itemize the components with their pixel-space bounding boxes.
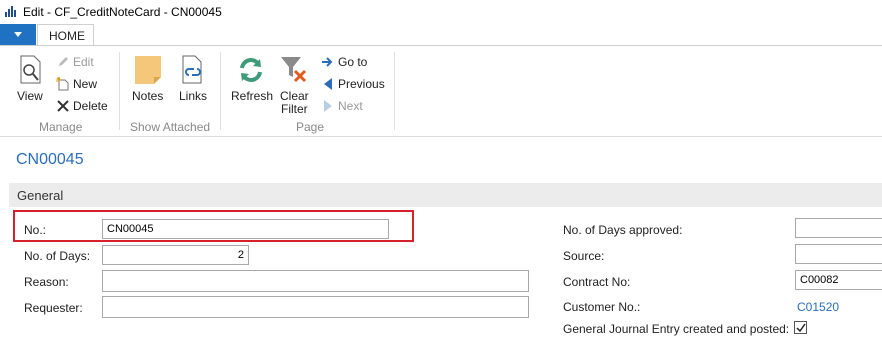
app-icon (4, 4, 18, 18)
contract-field[interactable]: C00082 (795, 270, 882, 290)
delete-button[interactable]: Delete (73, 99, 108, 113)
previous-icon (324, 78, 332, 90)
edit-button[interactable]: Edit (73, 55, 94, 69)
gj-entry-label: General Journal Entry created and posted… (563, 322, 790, 336)
source-label: Source: (563, 249, 605, 263)
contract-label: Contract No: (563, 275, 631, 289)
view-button[interactable]: View (14, 55, 48, 105)
clear-filter-label-line2: Filter (281, 102, 308, 116)
app-menu-button[interactable] (0, 24, 36, 46)
clear-filter-button[interactable]: Clear Filter (278, 55, 312, 117)
tab-home[interactable]: HOME (37, 24, 94, 46)
customer-link[interactable]: C01520 (797, 300, 839, 314)
refresh-icon (240, 58, 262, 82)
notes-label: Notes (132, 89, 164, 103)
new-button[interactable]: New (73, 77, 97, 91)
window-title: Edit - CF_CreditNoteCard - CN00045 (23, 5, 222, 19)
group-label-page: Page (296, 120, 325, 134)
chevron-down-icon (14, 32, 22, 37)
clear-filter-label-line1: Clear (280, 89, 309, 103)
section-general-header[interactable]: General (9, 183, 882, 207)
next-icon (324, 100, 332, 112)
new-icon (56, 77, 69, 91)
checkmark-icon (796, 323, 806, 333)
clear-filter-icon (281, 57, 307, 83)
next-button[interactable]: Next (338, 99, 363, 113)
view-icon (20, 55, 41, 84)
days-label: No. of Days: (24, 249, 91, 263)
refresh-label: Refresh (231, 89, 274, 103)
title-bar: Edit - CF_CreditNoteCard - CN00045 (0, 0, 882, 24)
go-to-icon (322, 57, 333, 67)
gj-entry-checkbox[interactable] (794, 321, 807, 334)
page-title: CN00045 (16, 151, 84, 168)
group-divider (394, 52, 395, 130)
customer-label: Customer No.: (563, 300, 641, 314)
refresh-button[interactable]: Refresh (230, 55, 274, 105)
group-label-manage: Manage (39, 120, 83, 134)
links-icon (182, 55, 202, 84)
notes-icon (135, 56, 161, 84)
requester-field[interactable] (102, 296, 529, 318)
reason-field[interactable] (102, 270, 529, 292)
edit-icon (59, 57, 68, 66)
notes-button[interactable]: Notes (130, 55, 166, 105)
tab-home-label: HOME (49, 29, 85, 43)
group-divider (220, 52, 221, 130)
requester-label: Requester: (24, 301, 83, 315)
delete-icon (57, 100, 69, 112)
reason-label: Reason: (24, 275, 69, 289)
go-to-button[interactable]: Go to (338, 55, 367, 69)
no-field[interactable]: CN00045 (102, 219, 389, 239)
view-label: View (17, 89, 43, 103)
days-field[interactable]: 2 (102, 245, 249, 265)
no-label: No.: (24, 223, 47, 237)
source-field[interactable] (795, 244, 882, 264)
previous-button[interactable]: Previous (338, 77, 385, 91)
section-general-label: General (17, 188, 64, 203)
links-label: Links (179, 89, 208, 103)
group-label-show-attached: Show Attached (130, 120, 211, 134)
days-approved-field[interactable] (795, 218, 882, 238)
days-approved-label: No. of Days approved: (563, 223, 683, 237)
links-button[interactable]: Links (177, 55, 209, 105)
group-divider (119, 52, 120, 130)
